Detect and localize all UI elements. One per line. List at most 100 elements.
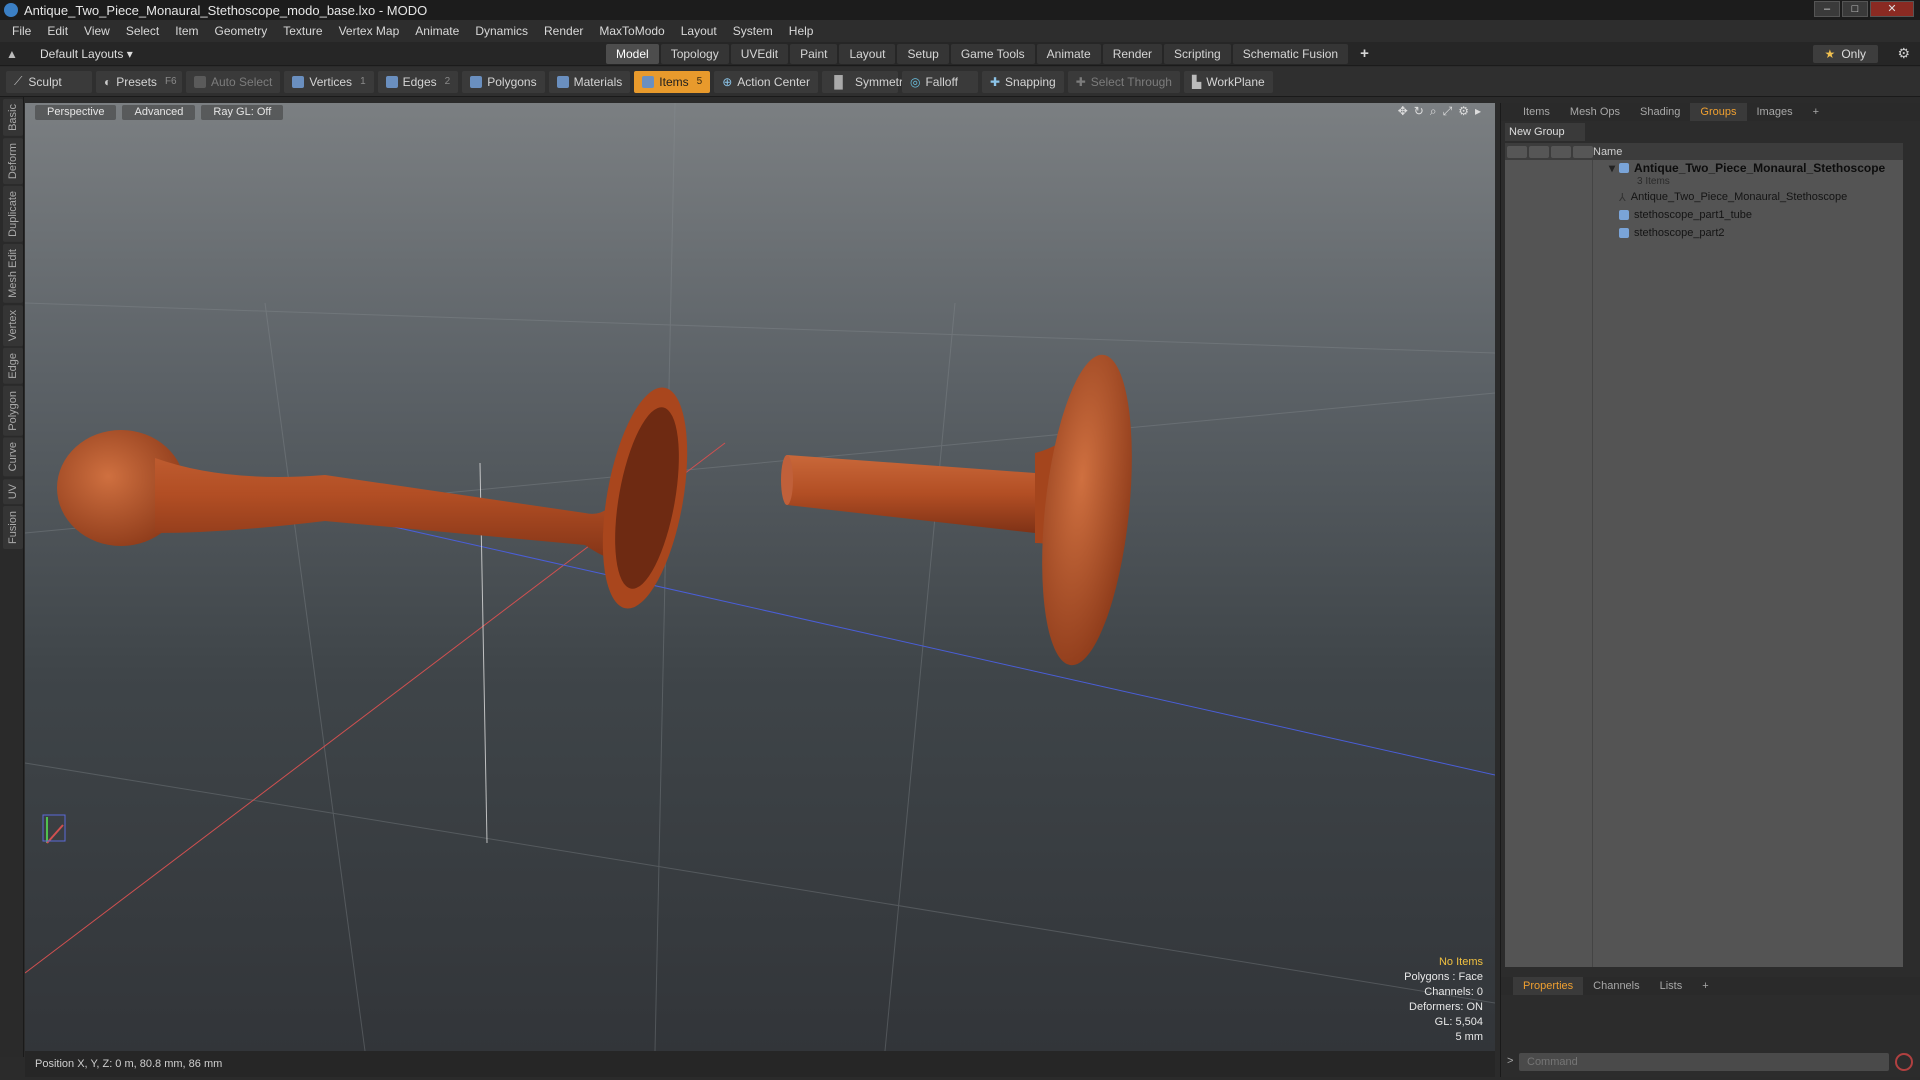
tab-game-tools[interactable]: Game Tools [950, 44, 1035, 64]
minimize-button[interactable]: – [1814, 1, 1840, 17]
falloff-button[interactable]: ◎ Falloff [901, 70, 978, 93]
viewport-menu-arrow-icon[interactable]: ▸ [1475, 104, 1481, 119]
menu-select[interactable]: Select [118, 24, 167, 38]
menu-texture[interactable]: Texture [275, 24, 330, 38]
auto-select-button[interactable]: Auto Select [186, 70, 281, 93]
menu-vertex-map[interactable]: Vertex Map [331, 24, 408, 38]
tab-curve[interactable]: Curve [3, 437, 23, 477]
menu-file[interactable]: File [4, 24, 39, 38]
tab-uv[interactable]: UV [3, 478, 23, 505]
position-readout: Position X, Y, Z: 0 m, 80.8 mm, 86 mm [35, 1058, 223, 1070]
chevron-down-icon: ▾ [123, 47, 133, 61]
viewport-gear-icon[interactable]: ⚙ [1458, 104, 1469, 119]
tab-vertex[interactable]: Vertex [3, 304, 23, 346]
pan-icon[interactable]: ✥ [1398, 104, 1408, 119]
select-through-label: Select Through [1090, 74, 1172, 89]
tab-render[interactable]: Render [1102, 44, 1163, 64]
fit-icon[interactable]: ⤢ [1443, 104, 1453, 119]
tab-scripting[interactable]: Scripting [1164, 44, 1231, 64]
tab-items[interactable]: Items [1513, 103, 1560, 121]
tab-paint[interactable]: Paint [790, 44, 838, 64]
tab-polygon[interactable]: Polygon [3, 385, 23, 436]
menu-geometry[interactable]: Geometry [207, 24, 276, 38]
tab-animate[interactable]: Animate [1036, 44, 1101, 64]
expand-arrow-icon[interactable]: ▾ [1609, 161, 1615, 175]
name-column-header[interactable]: Name [1593, 146, 1622, 158]
layout-tab-row: ▲ Default Layouts ▾ Model Topology UVEdi… [0, 42, 1920, 66]
sculpt-button[interactable]: ⟋ Sculpt [6, 70, 92, 93]
shading-dropdown[interactable]: Advanced [122, 104, 196, 120]
lock-column-icon[interactable] [1551, 145, 1571, 158]
tab-channels[interactable]: Channels [1583, 977, 1649, 995]
collapse-arrow-icon[interactable]: ▲ [6, 47, 20, 61]
action-center-button[interactable]: ⊕ Action Center [714, 70, 818, 93]
add-tab-button[interactable]: + [1350, 44, 1379, 64]
tab-deform[interactable]: Deform [3, 137, 23, 184]
only-button[interactable]: ★ Only [1812, 45, 1878, 63]
menu-maxtomodo[interactable]: MaxToModo [591, 24, 672, 38]
presets-button[interactable]: ◐ Presets F6 [96, 70, 182, 93]
tab-lists[interactable]: Lists [1650, 977, 1693, 995]
tab-model[interactable]: Model [606, 44, 659, 64]
gear-icon[interactable]: ⚙ [1897, 45, 1910, 62]
tab-duplicate[interactable]: Duplicate [3, 185, 23, 242]
tab-mesh-edit[interactable]: Mesh Edit [3, 243, 23, 303]
item-name: stethoscope_part1_tube [1634, 209, 1753, 221]
tab-images[interactable]: Images [1747, 103, 1803, 121]
polygons-button[interactable]: Polygons [462, 70, 545, 93]
command-input[interactable] [1519, 1053, 1889, 1071]
add-properties-tab-button[interactable]: + [1692, 977, 1718, 995]
menu-dynamics[interactable]: Dynamics [467, 24, 536, 38]
tab-edge[interactable]: Edge [3, 347, 23, 384]
items-button[interactable]: Items 5 [634, 70, 711, 93]
item-name: Antique_Two_Piece_Monaural_Stethoscope [1630, 191, 1848, 203]
viewport-nav-icons: ✥ ↻ ⌕ ⤢ ⚙ ▸ [1398, 104, 1481, 119]
menu-help[interactable]: Help [781, 24, 822, 38]
snapping-button[interactable]: ✚ Snapping [981, 70, 1064, 93]
tab-basic[interactable]: Basic [3, 99, 23, 136]
select-column-icon[interactable] [1573, 145, 1593, 158]
sculpt-label: Sculpt [28, 74, 62, 89]
tab-properties[interactable]: Properties [1513, 977, 1584, 995]
close-button[interactable]: ✕ [1870, 1, 1914, 17]
vertices-button[interactable]: Vertices 1 [284, 70, 374, 93]
menu-item[interactable]: Item [167, 24, 206, 38]
eye-column-icon[interactable] [1507, 145, 1527, 158]
new-group-button[interactable]: New Group [1505, 123, 1585, 141]
select-through-button[interactable]: ✚ Select Through [1067, 70, 1180, 93]
tab-layout[interactable]: Layout [839, 44, 896, 64]
add-panel-tab-button[interactable]: + [1803, 103, 1829, 121]
menu-system[interactable]: System [725, 24, 781, 38]
menu-view[interactable]: View [76, 24, 118, 38]
layouts-dropdown[interactable]: ▲ Default Layouts ▾ [6, 45, 133, 63]
axis-gizmo [42, 814, 66, 844]
presets-icon: ◐ [104, 74, 112, 89]
tab-mesh-ops[interactable]: Mesh Ops [1560, 103, 1630, 121]
materials-button[interactable]: Materials [548, 70, 631, 93]
menu-animate[interactable]: Animate [407, 24, 467, 38]
tab-topology[interactable]: Topology [660, 44, 729, 64]
menu-edit[interactable]: Edit [39, 24, 76, 38]
tab-setup[interactable]: Setup [897, 44, 949, 64]
rotate-icon[interactable]: ↻ [1414, 104, 1424, 119]
raygl-toggle[interactable]: Ray GL: Off [201, 104, 284, 120]
command-execute-icon[interactable] [1895, 1053, 1913, 1071]
perspective-dropdown[interactable]: Perspective [35, 104, 117, 120]
edges-button[interactable]: Edges 2 [377, 70, 459, 93]
3d-viewport[interactable]: No Items Polygons : Face Channels: 0 Def… [25, 103, 1495, 1051]
workplane-button[interactable]: ▙ WorkPlane [1183, 70, 1273, 93]
tab-fusion[interactable]: Fusion [3, 506, 23, 550]
grid-lines [25, 103, 1495, 1051]
menu-render[interactable]: Render [536, 24, 591, 38]
zoom-icon[interactable]: ⌕ [1430, 104, 1437, 119]
tab-uvedit[interactable]: UVEdit [730, 44, 789, 64]
symmetry-button[interactable]: ▐▌ Symmetry [821, 70, 909, 93]
menu-layout[interactable]: Layout [673, 24, 725, 38]
tab-shading[interactable]: Shading [1630, 103, 1690, 121]
maximize-button[interactable]: □ [1842, 1, 1868, 17]
tab-groups[interactable]: Groups [1690, 103, 1747, 121]
viewport-header: Perspective Advanced Ray GL: Off ✥ ↻ ⌕ ⤢… [25, 103, 1495, 121]
tab-schematic-fusion[interactable]: Schematic Fusion [1232, 44, 1349, 64]
layout-tabs: Model Topology UVEdit Paint Layout Setup… [606, 44, 1381, 64]
render-column-icon[interactable] [1529, 145, 1549, 158]
